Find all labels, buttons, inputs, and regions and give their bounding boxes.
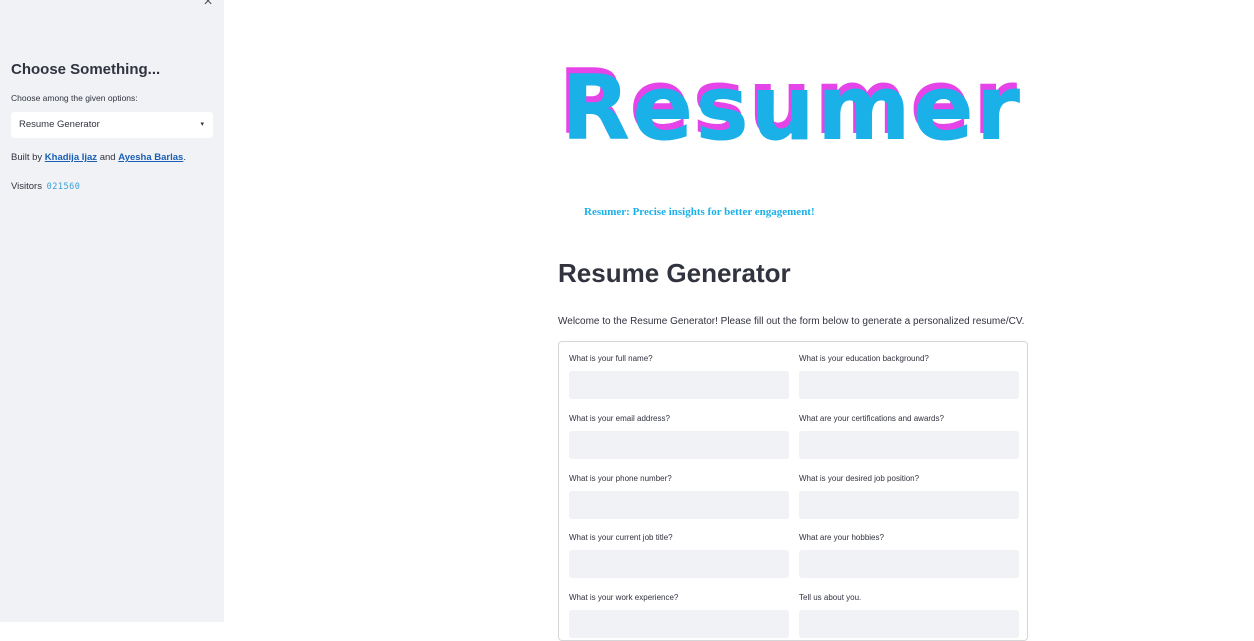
built-and: and [97, 152, 119, 163]
resume-form: What is your full name? What is your ema… [558, 341, 1028, 641]
field-education: What is your education background? [799, 353, 1019, 399]
author-link-khadija[interactable]: Khadija Ijaz [45, 152, 97, 163]
author-link-ayesha[interactable]: Ayesha Barlas [118, 152, 183, 163]
tagline: Resumer: Precise insights for better eng… [584, 206, 815, 218]
logo-text: Resumer [561, 56, 1023, 161]
app-mode-select[interactable]: Resume Generator ▾ [11, 112, 213, 138]
field-label: What is your desired job position? [799, 474, 920, 483]
email-input[interactable] [569, 431, 789, 459]
field-label: What is your work experience? [569, 593, 679, 602]
field-label: What is your current job title? [569, 533, 673, 542]
field-desired-position: What is your desired job position? [799, 473, 1019, 519]
education-input[interactable] [799, 371, 1019, 399]
built-by-text: Built by Khadija Ijaz and Ayesha Barlas. [11, 152, 186, 163]
field-label: What are your certifications and awards? [799, 414, 944, 423]
desired-position-input[interactable] [799, 491, 1019, 519]
intro-text: Welcome to the Resume Generator! Please … [558, 316, 1025, 327]
job-title-input[interactable] [569, 550, 789, 578]
field-hobbies: What are your hobbies? [799, 532, 1019, 578]
work-experience-input[interactable] [569, 610, 789, 638]
certifications-input[interactable] [799, 431, 1019, 459]
visitors-label: Visitors [11, 181, 42, 192]
phone-input[interactable] [569, 491, 789, 519]
page-title: Resume Generator [558, 258, 791, 288]
hobbies-input[interactable] [799, 550, 1019, 578]
field-label: What is your phone number? [569, 474, 672, 483]
select-value: Resume Generator [19, 119, 100, 130]
close-icon[interactable]: × [200, 0, 216, 10]
sidebar-title: Choose Something... [11, 61, 161, 78]
chevron-down-icon: ▾ [200, 121, 204, 128]
select-label: Choose among the given options: [11, 93, 138, 103]
field-email: What is your email address? [569, 413, 789, 459]
field-label: Tell us about you. [799, 593, 862, 602]
field-label: What is your full name? [569, 354, 653, 363]
field-work-experience: What is your work experience? [569, 592, 789, 638]
field-phone: What is your phone number? [569, 473, 789, 519]
built-suffix: . [183, 152, 186, 163]
full-name-input[interactable] [569, 371, 789, 399]
field-about-you: Tell us about you. [799, 592, 1019, 638]
built-prefix: Built by [11, 152, 45, 163]
sidebar: × Choose Something... Choose among the g… [0, 0, 224, 622]
field-label: What are your hobbies? [799, 533, 884, 542]
field-job-title: What is your current job title? [569, 532, 789, 578]
visitors-row: Visitors 021560 [11, 181, 80, 192]
field-full-name: What is your full name? [569, 353, 789, 399]
resumer-logo: Resumer Resumer [553, 53, 1033, 167]
about-you-input[interactable] [799, 610, 1019, 638]
field-certifications: What are your certifications and awards? [799, 413, 1019, 459]
visitor-counter: 021560 [46, 182, 81, 192]
field-label: What is your email address? [569, 414, 670, 423]
field-label: What is your education background? [799, 354, 929, 363]
